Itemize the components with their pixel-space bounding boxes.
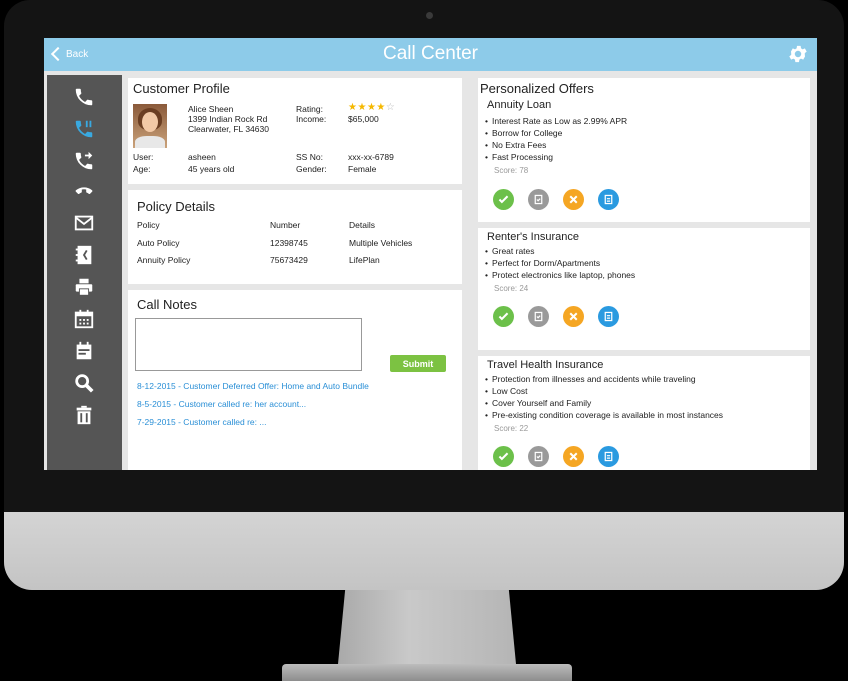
calendar-icon[interactable] [71, 307, 97, 331]
offer-bullet: No Extra Fees [485, 140, 546, 150]
call-notes-heading: Call Notes [137, 297, 197, 312]
call-notes-panel: Call Notes Submit 8-12-2015 - Customer D… [128, 290, 462, 470]
submit-button[interactable]: Submit [390, 355, 446, 372]
star-icon: ★ [366, 102, 377, 113]
customer-name: Alice Sheen [188, 104, 234, 114]
review-clipboard-icon[interactable] [528, 306, 549, 327]
monitor-chin [4, 512, 844, 590]
policy-details-panel: Policy Details Policy Number Details Aut… [128, 190, 462, 284]
offer-bullet: Low Cost [485, 386, 528, 396]
offer-score: Score: 24 [494, 284, 529, 293]
offer-bullet: Protection from illnesses and accidents … [485, 374, 696, 384]
offer-card: Renter's Insurance Great rates Perfect f… [478, 228, 810, 350]
policy-cell: Annuity Policy [137, 255, 191, 265]
webcam [426, 12, 433, 19]
offer-title: Travel Health Insurance [487, 359, 604, 371]
calendar-day-icon[interactable] [71, 339, 97, 363]
offer-bullet: Protect electronics like laptop, phones [485, 270, 635, 280]
star-outline-icon: ☆ [385, 102, 396, 113]
accept-check-icon[interactable] [493, 306, 514, 327]
customer-address-line2: Clearwater, FL 34630 [188, 124, 269, 134]
gender-value: Female [348, 164, 377, 174]
avatar [133, 104, 167, 148]
offers-heading: Personalized Offers [480, 81, 594, 96]
phone-active-icon[interactable] [71, 117, 97, 141]
sidebar [47, 75, 122, 470]
trash-icon[interactable] [71, 403, 97, 427]
gender-label: Gender: [296, 164, 327, 174]
policy-details-heading: Policy Details [137, 199, 216, 214]
offer-bullet: Cover Yourself and Family [485, 398, 591, 408]
review-clipboard-icon[interactable] [528, 189, 549, 210]
ssn-label: SS No: [296, 152, 323, 162]
policy-number-cell: 75673429 [270, 255, 308, 265]
offer-title: Renter's Insurance [487, 231, 579, 243]
customer-address-line1: 1399 Indian Rock Rd [188, 114, 268, 124]
rating-label: Rating: [296, 104, 323, 114]
document-icon[interactable] [598, 189, 619, 210]
phone-forward-icon[interactable] [71, 149, 97, 173]
offer-title: Annuity Loan [487, 99, 552, 111]
gear-icon[interactable] [787, 43, 809, 65]
policy-cell: Auto Policy [137, 238, 180, 248]
offer-card: Travel Health Insurance Protection from … [478, 356, 810, 470]
income-value: $65,000 [348, 114, 379, 124]
call-note-link[interactable]: 7-29-2015 - Customer called re: ... [137, 417, 266, 427]
offer-bullet: Fast Processing [485, 152, 553, 162]
offer-card: Personalized Offers Annuity Loan Interes… [478, 78, 810, 222]
accept-check-icon[interactable] [493, 189, 514, 210]
user-value: asheen [188, 152, 216, 162]
star-icon: ★ [376, 102, 386, 113]
monitor-stand [338, 590, 516, 664]
rating-stars: ★★★★☆ [348, 102, 395, 113]
offer-score: Score: 78 [494, 166, 529, 175]
review-clipboard-icon[interactable] [528, 446, 549, 467]
policy-column-header: Policy [137, 220, 160, 230]
app-screen: Back Call Center Customer Profile Alice … [44, 38, 817, 470]
income-label: Income: [296, 114, 327, 124]
customer-profile-panel: Customer Profile Alice Sheen 1399 Indian… [128, 78, 462, 184]
offer-bullet: Borrow for College [485, 128, 562, 138]
hangup-icon[interactable] [71, 179, 97, 203]
user-label: User: [133, 152, 154, 162]
ssn-value: xxx-xx-6789 [348, 152, 394, 162]
offer-score: Score: 22 [494, 424, 529, 433]
offer-bullet: Perfect for Dorm/Apartments [485, 258, 600, 268]
monitor-stand-base [282, 664, 572, 681]
decline-x-icon[interactable] [563, 306, 584, 327]
decline-x-icon[interactable] [563, 446, 584, 467]
decline-x-icon[interactable] [563, 189, 584, 210]
offer-bullet: Great rates [485, 246, 534, 256]
personalized-offers-panel: Personalized Offers Annuity Loan Interes… [478, 78, 812, 470]
star-icon: ★ [357, 102, 367, 113]
mail-icon[interactable] [71, 211, 97, 235]
top-bar: Back Call Center [44, 38, 817, 71]
age-label: Age: [133, 164, 151, 174]
document-icon[interactable] [598, 306, 619, 327]
contacts-book-icon[interactable] [71, 243, 97, 267]
details-column-header: Details [349, 220, 375, 230]
page-title: Call Center [382, 43, 479, 64]
call-note-link[interactable]: 8-12-2015 - Customer Deferred Offer: Hom… [137, 381, 369, 391]
document-icon[interactable] [598, 446, 619, 467]
policy-number-cell: 12398745 [270, 238, 308, 248]
call-notes-input[interactable] [135, 318, 362, 371]
offer-bullet: Interest Rate as Low as 2.99% APR [485, 116, 627, 126]
policy-details-cell: Multiple Vehicles [349, 238, 413, 248]
accept-check-icon[interactable] [493, 446, 514, 467]
customer-profile-heading: Customer Profile [133, 81, 230, 96]
phone-icon[interactable] [71, 85, 97, 109]
number-column-header: Number [270, 220, 301, 230]
call-note-link[interactable]: 8-5-2015 - Customer called re: her accou… [137, 399, 306, 409]
printer-icon[interactable] [71, 275, 97, 299]
search-icon[interactable] [71, 371, 97, 395]
policy-details-cell: LifePlan [349, 255, 380, 265]
age-value: 45 years old [188, 164, 235, 174]
offer-bullet: Pre-existing condition coverage is avail… [485, 410, 723, 420]
